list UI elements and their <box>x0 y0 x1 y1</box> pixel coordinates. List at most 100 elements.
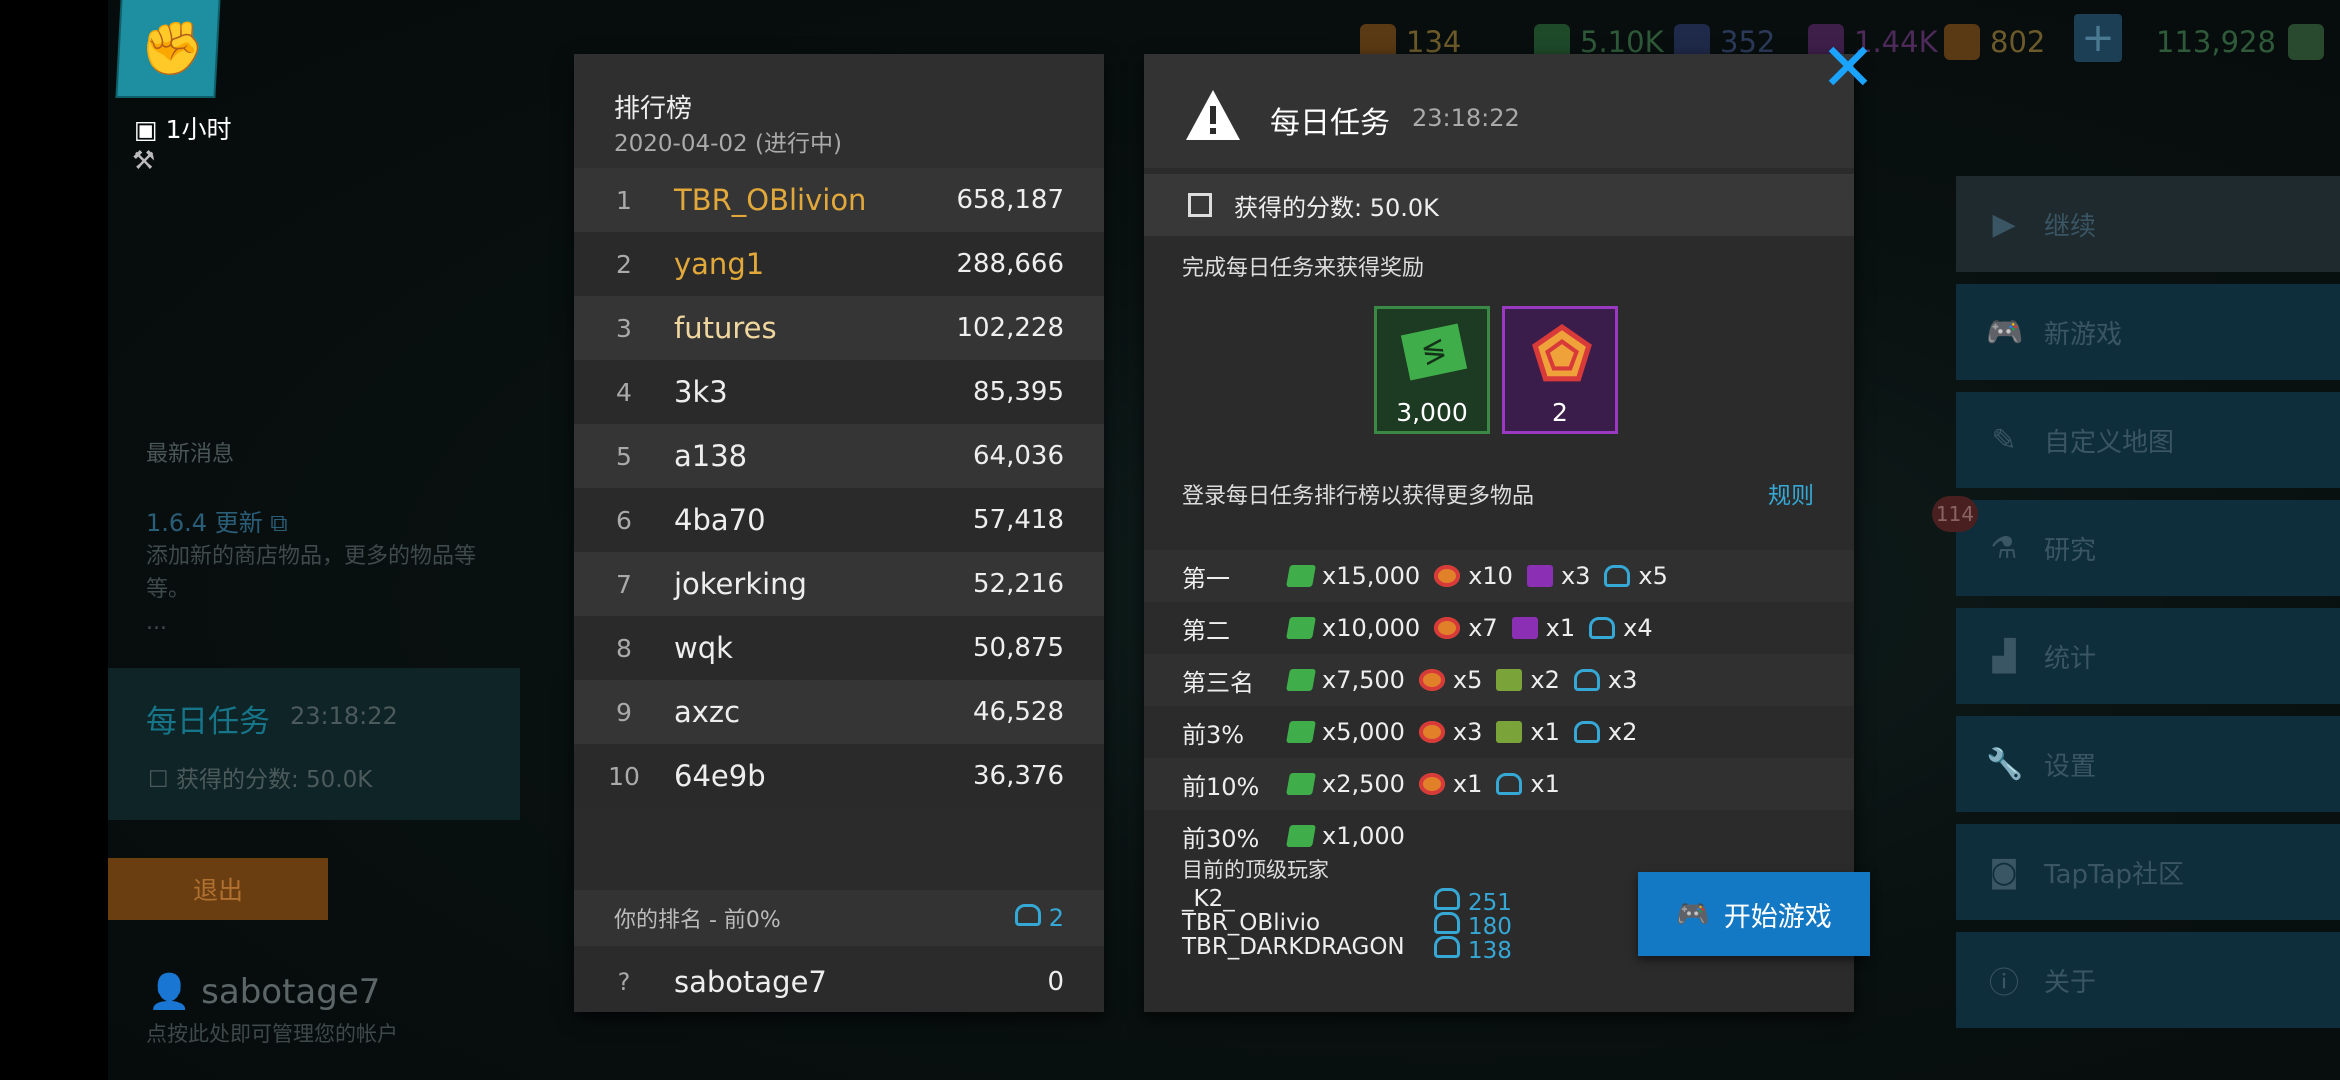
start-game-button[interactable]: 🎮 开始游戏 <box>1638 872 1870 956</box>
player-name: futures <box>674 311 777 345</box>
my-rank-label: 你的排名 - 前0% <box>614 908 781 933</box>
close-icon[interactable]: ✕ <box>1816 35 1880 101</box>
rank-icon <box>1434 936 1460 958</box>
reward-cash-value: 3,000 <box>1396 398 1468 427</box>
top-player-score: 180 <box>1434 912 1512 939</box>
player-name: 64e9b <box>674 759 766 793</box>
rank-icon <box>1434 912 1460 934</box>
tier-name: 第一 <box>1182 564 1230 593</box>
account-name[interactable]: 👤 sabotage7 <box>148 972 380 1012</box>
daily-task-header: 每日任务 23:18:22 <box>1144 54 1854 168</box>
pentagon-icon <box>1418 669 1445 691</box>
game-logo[interactable]: ✊ <box>117 0 219 96</box>
menu-research[interactable]: ⚗ 研究 <box>1956 500 2340 596</box>
my-rank: ? <box>617 968 631 996</box>
rank-icon <box>1604 565 1631 587</box>
rules-link[interactable]: 规则 <box>1768 476 1814 510</box>
resource-value: 113,928 <box>2156 25 2276 59</box>
top-player-name: _K2_ <box>1182 886 1235 912</box>
research-icon: ⚗ <box>1990 530 2018 566</box>
leaderboard-row[interactable]: 3 futures 102,228 <box>574 296 1104 360</box>
rank-icon <box>1496 773 1523 795</box>
rank: 1 <box>616 185 632 215</box>
cube-icon <box>1496 669 1523 691</box>
menu-stats[interactable]: ▟ 统计 <box>1956 608 2340 704</box>
leaderboard-list[interactable]: 1 TBR_OBlivion 658,187 2 yang1 288,666 3 futu… <box>574 168 1104 884</box>
key-icon <box>1944 24 1980 60</box>
playtime: ▣ 1小时 <box>134 115 232 144</box>
daily-task-card[interactable]: 每日任务 23:18:22 ☐ 获得的分数: 50.0K <box>108 668 520 820</box>
player-name: 4ba70 <box>674 503 766 537</box>
gamepad-icon: 🎮 <box>1676 899 1710 930</box>
reward-pentagon-value: 2 <box>1552 398 1568 427</box>
leaderboard-row[interactable]: 1 TBR_OBlivion 658,187 <box>574 168 1104 232</box>
tier-row: 第三名 x7,500 x5 x2 x3 <box>1144 654 1854 706</box>
rank-icon <box>1573 721 1600 743</box>
player-score: 46,528 <box>973 697 1064 727</box>
rank-icon <box>1434 888 1460 910</box>
menu-custom-map[interactable]: ✎ 自定义地图 <box>1956 392 2340 488</box>
player-name: yang1 <box>674 247 765 281</box>
player-name: axzc <box>674 695 741 729</box>
taptap-icon: ◙ <box>1989 854 2019 890</box>
leaderboard-row[interactable]: 8 wqk 50,875 <box>574 616 1104 680</box>
leaderboard-title: 排行榜 <box>614 94 693 124</box>
leaderboard-row[interactable]: 5 a138 64,036 <box>574 424 1104 488</box>
news-update-link[interactable]: 1.6.4 更新 ⧉ <box>146 503 287 538</box>
top-player-score: 138 <box>1434 936 1512 963</box>
player-name: jokerking <box>674 567 807 601</box>
player-name: wqk <box>674 631 733 665</box>
reward-cash: ≶ 3,000 <box>1374 306 1490 434</box>
player-name: a138 <box>674 439 748 473</box>
daily-task-time: 23:18:22 <box>1412 104 1520 132</box>
rank: 2 <box>616 249 632 279</box>
top-player-name: TBR_DARKDRAGON <box>1182 934 1405 960</box>
player-score: 85,395 <box>973 377 1064 407</box>
news-body: 添加新的商店物品，更多的物品等等。... <box>146 544 477 635</box>
login-hint: 登录每日任务排行榜以获得更多物品 <box>1182 484 1535 509</box>
play-icon: ▶ <box>1992 206 2016 242</box>
leaderboard-row[interactable]: 7 jokerking 52,216 <box>574 552 1104 616</box>
player-score: 658,187 <box>956 185 1064 215</box>
exit-button[interactable]: 退出 <box>108 858 328 920</box>
tier-name: 第二 <box>1182 616 1230 645</box>
wrench-icon: 🔧 <box>1986 746 2024 782</box>
leaderboard-row[interactable]: 2 yang1 288,666 <box>574 232 1104 296</box>
checkbox-icon <box>1188 193 1212 217</box>
pentagon-icon <box>1418 773 1445 795</box>
cash-icon: ≶ <box>1400 323 1468 381</box>
leaderboard-row[interactable]: 10 64e9b 36,376 <box>574 744 1104 808</box>
rank-icon <box>1589 617 1616 639</box>
gamepad-icon: 🎮 <box>1986 314 2024 350</box>
leaderboard-row[interactable]: 9 axzc 46,528 <box>574 680 1104 744</box>
rank: 6 <box>616 505 632 535</box>
rank-icon <box>1014 904 1041 926</box>
rank-icon <box>1573 669 1600 691</box>
leaderboard-row[interactable]: 6 4ba70 57,418 <box>574 488 1104 552</box>
cash-icon <box>1286 825 1316 847</box>
rank: 5 <box>616 441 632 471</box>
resource-keys: 802 <box>1944 18 2045 66</box>
pentagon-icon <box>1532 323 1592 382</box>
research-badge: 114 <box>1932 496 1978 532</box>
cube-icon <box>1526 565 1553 587</box>
daily-card-score: ☐ 获得的分数: 50.0K <box>148 767 373 793</box>
my-score: 0 <box>1047 967 1064 997</box>
resource-value: 802 <box>1990 25 2046 59</box>
player-score: 288,666 <box>956 249 1064 279</box>
resource-cash: 113,928 <box>2156 18 2334 66</box>
add-currency-button[interactable]: + <box>2074 14 2122 62</box>
leaderboard-row[interactable]: 4 3k3 85,395 <box>574 360 1104 424</box>
tier-row: 第二 x10,000 x7 x1 x4 <box>1144 602 1854 654</box>
menu-new-game[interactable]: 🎮 新游戏 <box>1956 284 2340 380</box>
tools-icon[interactable]: ⚒ <box>132 146 155 176</box>
rank: 9 <box>616 697 632 727</box>
menu-about[interactable]: ⓘ 关于 <box>1956 932 2340 1028</box>
menu-taptap[interactable]: ◙ TapTap社区 <box>1956 824 2340 920</box>
daily-task-title: 每日任务 <box>1270 106 1390 141</box>
top-players-header: 目前的顶级玩家 <box>1182 858 1329 882</box>
my-leaderboard-row[interactable]: ? sabotage7 0 <box>574 952 1104 1012</box>
menu-settings[interactable]: 🔧 设置 <box>1956 716 2340 812</box>
leaderboard-panel: 排行榜 2020-04-02 (进行中) 1 TBR_OBlivion 658,18… <box>574 54 1104 1012</box>
menu-continue[interactable]: ▶ 继续 <box>1956 176 2340 272</box>
